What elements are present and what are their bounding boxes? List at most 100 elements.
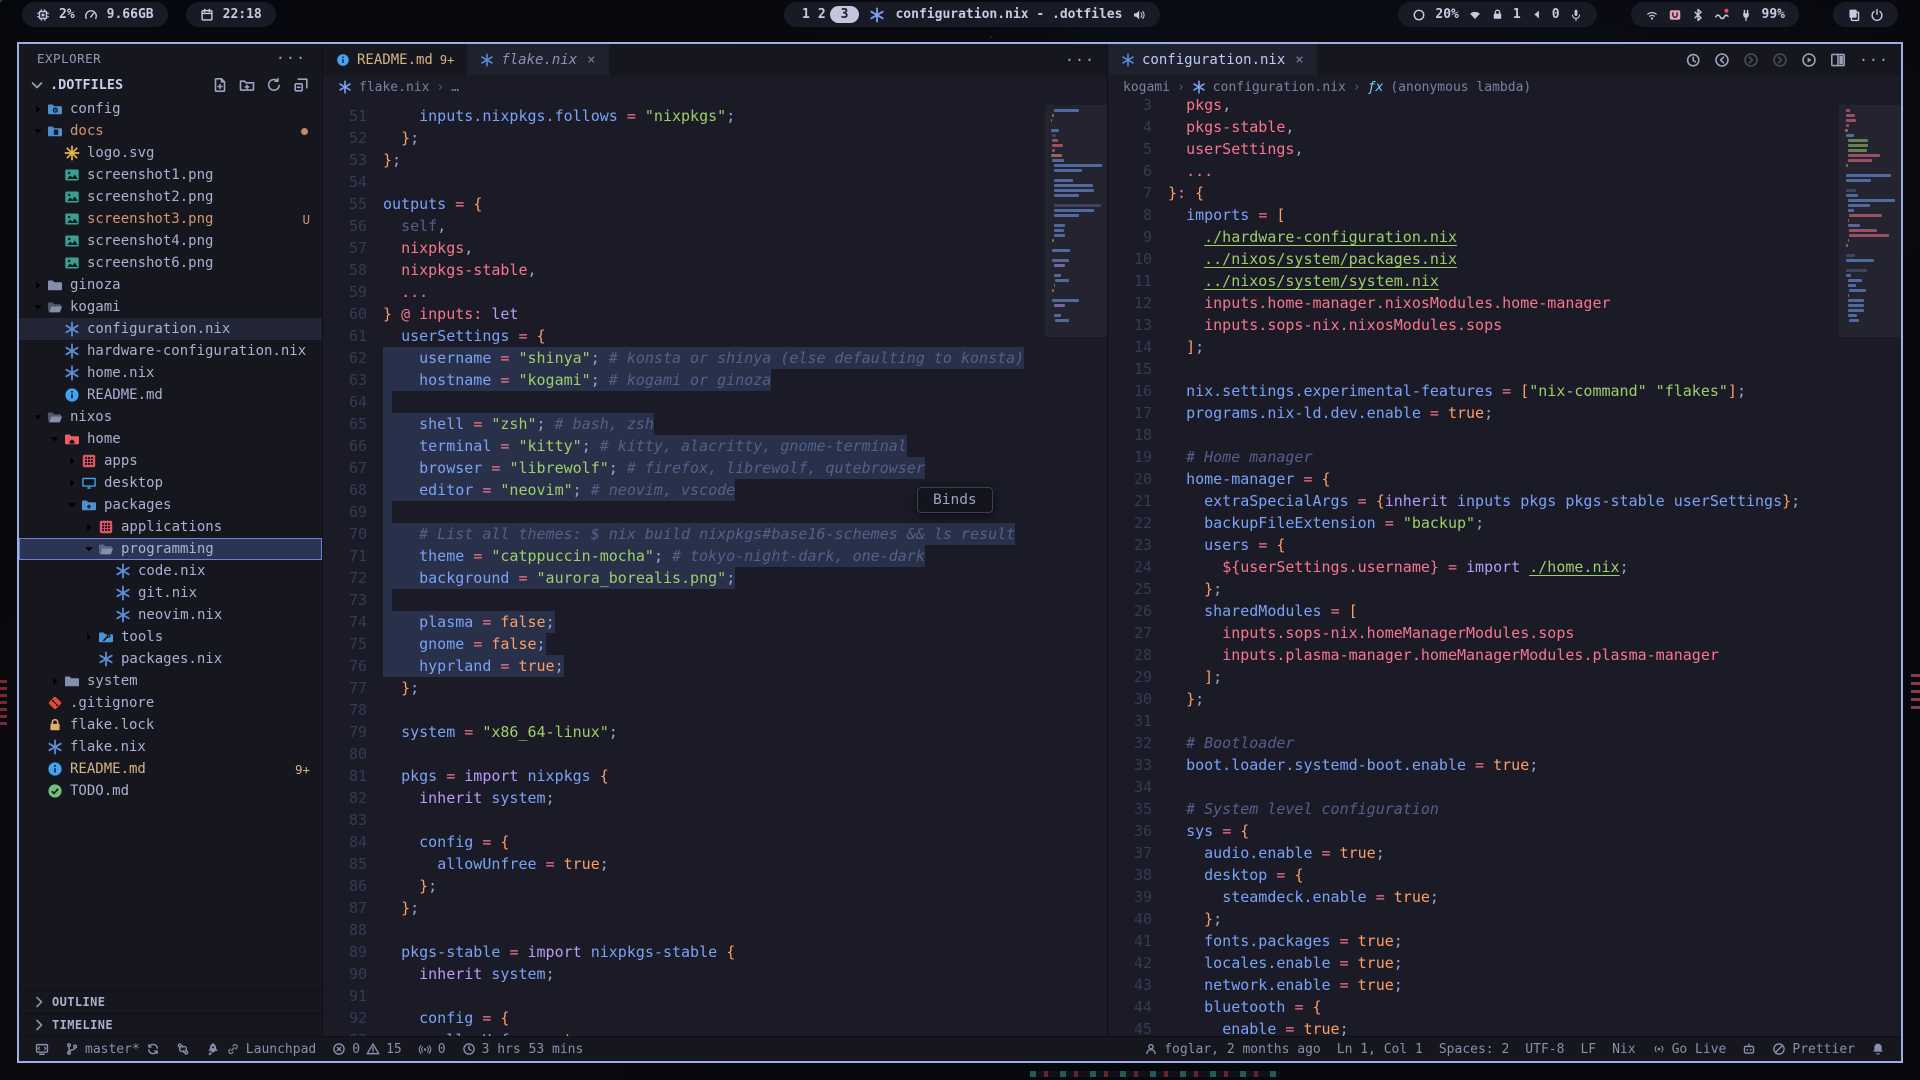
status-git-branch[interactable]: master* — [57, 1037, 168, 1061]
split-editor-button[interactable] — [1830, 52, 1846, 68]
outline-section[interactable]: OUTLINE — [19, 990, 322, 1013]
workspace-root-row[interactable]: .DOTFILES — [19, 72, 322, 98]
code-line-78[interactable]: 78 — [323, 699, 1045, 721]
code-line-77[interactable]: 77 }; — [323, 677, 1045, 699]
code-line-89[interactable]: 89 pkgs-stable = import nixpkgs-stable { — [323, 941, 1045, 963]
navigate-last-edit-button[interactable] — [1772, 52, 1788, 68]
tree-item-screenshot2-png[interactable]: screenshot2.png — [19, 186, 322, 208]
code-line-59[interactable]: 59 ... — [323, 281, 1045, 303]
code-line-70[interactable]: 70 # List all themes: $ nix build nixpkg… — [323, 523, 1045, 545]
tree-item-kogami[interactable]: kogami — [19, 296, 322, 318]
workspace-2[interactable]: 2 — [814, 7, 830, 22]
tree-item-logo-svg[interactable]: logo.svg — [19, 142, 322, 164]
code-line-36[interactable]: 36 sys = { — [1108, 820, 1839, 842]
breadcrumb-rest[interactable]: … — [451, 80, 459, 95]
code-line-16[interactable]: 16 nix.settings.experimental-features = … — [1108, 380, 1839, 402]
status-encoding[interactable]: UTF-8 — [1517, 1037, 1572, 1061]
breadcrumb[interactable]: kogami › configuration.nix › ƒx (anonymo… — [1108, 75, 1901, 99]
tab-readme-md[interactable]: README.md9+ — [323, 44, 467, 75]
code-line-9[interactable]: 9 ./hardware-configuration.nix — [1108, 226, 1839, 248]
tree-item-flake-lock[interactable]: flake.lock — [19, 714, 322, 736]
status-language-mode[interactable]: Nix — [1604, 1037, 1643, 1061]
code-line-25[interactable]: 25 }; — [1108, 578, 1839, 600]
code-line-39[interactable]: 39 steamdeck.enable = true; — [1108, 886, 1839, 908]
code-line-91[interactable]: 91 — [323, 985, 1045, 1007]
tree-item-git-nix[interactable]: git.nix — [19, 582, 322, 604]
code-line-84[interactable]: 84 config = { — [323, 831, 1045, 853]
status-remote-indicator[interactable] — [27, 1037, 57, 1061]
chevron-right-icon[interactable] — [63, 476, 81, 490]
session-pill[interactable] — [1833, 2, 1898, 27]
workspace-3[interactable]: 3 — [830, 6, 860, 23]
close-tab-icon[interactable]: × — [587, 52, 595, 68]
tree-item-home-nix[interactable]: home.nix — [19, 362, 322, 384]
status-copilot[interactable] — [1734, 1037, 1764, 1061]
tree-item-ginoza[interactable]: ginoza — [19, 274, 322, 296]
workspace-1[interactable]: 1 — [798, 7, 814, 22]
code-line-26[interactable]: 26 sharedModules = [ — [1108, 600, 1839, 622]
tray-status-pill[interactable]: 20% 1 0 — [1398, 2, 1596, 27]
minimap-left[interactable] — [1045, 99, 1107, 1036]
code-line-66[interactable]: 66 terminal = "kitty"; # kitty, alacritt… — [323, 435, 1045, 457]
status-problems[interactable]: 015 — [324, 1037, 409, 1061]
run-file-button[interactable] — [1801, 52, 1817, 68]
code-line-43[interactable]: 43 network.enable = true; — [1108, 974, 1839, 996]
code-line-19[interactable]: 19 # Home manager — [1108, 446, 1839, 468]
code-line-13[interactable]: 13 inputs.sops-nix.nixosModules.sops — [1108, 314, 1839, 336]
status-eol[interactable]: LF — [1572, 1037, 1604, 1061]
breadcrumb-symbol[interactable]: (anonymous lambda) — [1390, 80, 1531, 95]
code-line-20[interactable]: 20 home-manager = { — [1108, 468, 1839, 490]
status-go-live[interactable]: Go Live — [1644, 1037, 1735, 1061]
system-stats-pill[interactable]: 2% 9.66GB — [22, 2, 168, 27]
status-indentation[interactable]: Spaces: 2 — [1431, 1037, 1517, 1061]
status-time-tracked[interactable]: 3 hrs 53 mins — [454, 1037, 592, 1061]
code-line-79[interactable]: 79 system = "x86_64-linux"; — [323, 721, 1045, 743]
chevron-down-icon[interactable] — [29, 124, 47, 138]
status-launchpad[interactable]: Launchpad — [198, 1037, 324, 1061]
code-line-51[interactable]: 51 inputs.nixpkgs.follows = "nixpkgs"; — [323, 105, 1045, 127]
tree-item-programming[interactable]: programming — [19, 538, 322, 560]
code-line-65[interactable]: 65 shell = "zsh"; # bash, zsh — [323, 413, 1045, 435]
code-line-57[interactable]: 57 nixpkgs, — [323, 237, 1045, 259]
timeline-history-button[interactable] — [1685, 52, 1701, 68]
tree-item-flake-nix[interactable]: flake.nix — [19, 736, 322, 758]
minimap-right[interactable] — [1839, 99, 1901, 1036]
status-git-blame[interactable]: foglar, 2 months ago — [1136, 1037, 1329, 1061]
tree-item-applications[interactable]: applications — [19, 516, 322, 538]
tree-item-screenshot6-png[interactable]: screenshot6.png — [19, 252, 322, 274]
code-line-61[interactable]: 61 userSettings = { — [323, 325, 1045, 347]
code-line-74[interactable]: 74 plasma = false; — [323, 611, 1045, 633]
chevron-down-icon[interactable] — [29, 410, 47, 424]
code-line-11[interactable]: 11 ../nixos/system/system.nix — [1108, 270, 1839, 292]
tree-item--gitignore[interactable]: .gitignore — [19, 692, 322, 714]
tree-item-screenshot1-png[interactable]: screenshot1.png — [19, 164, 322, 186]
code-line-76[interactable]: 76 hyprland = true; — [323, 655, 1045, 677]
code-line-67[interactable]: 67 browser = "librewolf"; # firefox, lib… — [323, 457, 1045, 479]
breadcrumb[interactable]: flake.nix › … — [323, 75, 1107, 99]
code-line-42[interactable]: 42 locales.enable = true; — [1108, 952, 1839, 974]
code-line-80[interactable]: 80 — [323, 743, 1045, 765]
code-line-75[interactable]: 75 gnome = false; — [323, 633, 1045, 655]
code-line-30[interactable]: 30 }; — [1108, 688, 1839, 710]
code-line-45[interactable]: 45 enable = true; — [1108, 1018, 1839, 1036]
tree-item-screenshot4-png[interactable]: screenshot4.png — [19, 230, 322, 252]
code-line-22[interactable]: 22 backupFileExtension = "backup"; — [1108, 512, 1839, 534]
editor-more-actions-button[interactable]: ··· — [1065, 51, 1095, 69]
code-line-4[interactable]: 4 pkgs-stable, — [1108, 116, 1839, 138]
tree-item-todo-md[interactable]: TODO.md — [19, 780, 322, 802]
code-line-17[interactable]: 17 programs.nix-ld.dev.enable = true; — [1108, 402, 1839, 424]
code-line-44[interactable]: 44 bluetooth = { — [1108, 996, 1839, 1018]
code-line-86[interactable]: 86 }; — [323, 875, 1045, 897]
chevron-right-icon[interactable] — [46, 674, 64, 688]
code-line-23[interactable]: 23 users = { — [1108, 534, 1839, 556]
status-prettier[interactable]: Prettier — [1764, 1037, 1863, 1061]
chevron-down-icon[interactable] — [46, 432, 64, 446]
chevron-down-icon[interactable] — [80, 542, 98, 556]
new-file-button[interactable] — [212, 77, 228, 93]
chevron-right-icon[interactable] — [80, 520, 98, 534]
tree-item-packages[interactable]: packages — [19, 494, 322, 516]
code-line-21[interactable]: 21 extraSpecialArgs = {inherit inputs pk… — [1108, 490, 1839, 512]
timeline-section[interactable]: TIMELINE — [19, 1013, 322, 1036]
tree-item-apps[interactable]: apps — [19, 450, 322, 472]
code-line-60[interactable]: 60} @ inputs: let — [323, 303, 1045, 325]
